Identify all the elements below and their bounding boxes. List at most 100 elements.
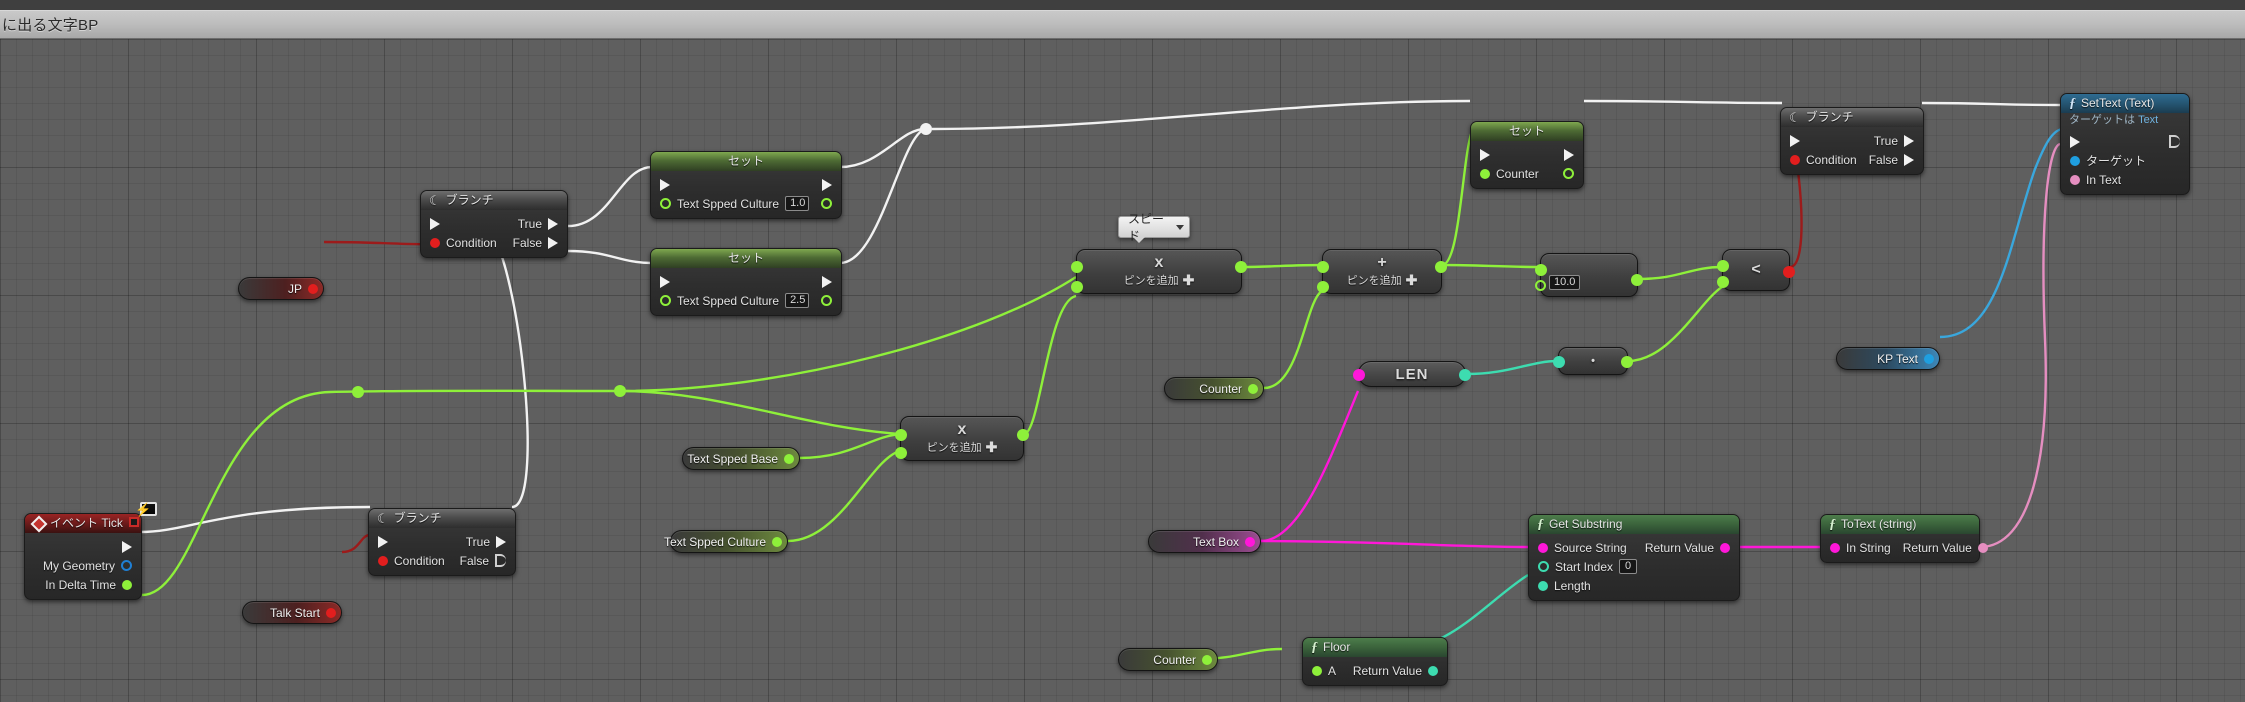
value-input[interactable]: 1.0	[785, 196, 809, 211]
divide-in-0-pin[interactable]	[1535, 264, 1547, 276]
start-index-pin[interactable]	[1538, 561, 1549, 572]
speed-dropdown[interactable]: スピード	[1118, 212, 1190, 243]
pin-row-value[interactable]: Text Spped Culture 1.0	[651, 194, 841, 213]
talk-start-output-pin[interactable]	[326, 607, 336, 618]
pin-row-exec[interactable]: True	[421, 214, 567, 233]
exec-out-pin[interactable]	[122, 540, 132, 553]
my-geometry-pin[interactable]	[121, 560, 132, 571]
variable-get-text-spped-base[interactable]: Text Spped Base	[682, 447, 800, 470]
exec-out-true-pin[interactable]	[1904, 134, 1914, 147]
value-input[interactable]: 2.5	[785, 293, 809, 308]
condition-pin[interactable]	[430, 237, 440, 248]
node-len[interactable]: LEN	[1353, 361, 1471, 387]
exec-in-pin[interactable]	[660, 178, 670, 191]
counter-in-pin[interactable]	[1480, 168, 1490, 179]
variable-get-text-box[interactable]: Text Box	[1148, 530, 1261, 553]
exec-out-false-pin[interactable]	[495, 554, 506, 567]
counter-out-pin[interactable]	[1563, 168, 1574, 179]
variable-get-counter-mid[interactable]: Counter	[1164, 377, 1264, 400]
node-less-than[interactable]: <	[1717, 249, 1795, 291]
in-text-pin[interactable]	[2070, 174, 2080, 185]
node-branch-right[interactable]: ☾ ブランチ True Condition False	[1780, 107, 1924, 175]
condition-pin[interactable]	[1790, 154, 1800, 165]
node-multiply-speed[interactable]: x ピンを追加 ✚	[1071, 249, 1247, 294]
node-divide-ten[interactable]: 10.0	[1535, 253, 1643, 297]
less-in-0-pin[interactable]	[1717, 260, 1729, 272]
length-pin[interactable]	[1538, 580, 1548, 591]
exec-in-pin[interactable]	[660, 275, 670, 288]
exec-out-pin[interactable]	[1564, 148, 1574, 161]
node-set-counter[interactable]: セット Counter	[1470, 121, 1584, 189]
ten-value-input[interactable]: 10.0	[1549, 275, 1581, 290]
node-set-text-spped-culture-2[interactable]: セット Text Spped Culture 2.5	[650, 248, 842, 316]
multiply-in-1-pin[interactable]	[1071, 281, 1083, 293]
a-pin[interactable]	[1312, 665, 1322, 676]
in-string-pin[interactable]	[1830, 542, 1840, 553]
exec-out-true-pin[interactable]	[496, 535, 506, 548]
exec-in-pin[interactable]	[1480, 148, 1490, 161]
variable-get-text-spped-culture[interactable]: Text Spped Culture	[664, 530, 788, 553]
exec-out-pin[interactable]	[822, 275, 832, 288]
node-set-text-spped-culture-1[interactable]: セット Text Spped Culture 1.0	[650, 151, 842, 219]
pin-row-in-string[interactable]: In String Return Value	[1821, 538, 1988, 557]
node-add-counter[interactable]: + ピンを追加 ✚	[1317, 249, 1447, 294]
exec-in-pin[interactable]	[1790, 134, 1800, 147]
pin-row-condition[interactable]: Condition False	[1781, 150, 1923, 169]
exec-out-false-pin[interactable]	[1904, 153, 1915, 166]
add-in-1-pin[interactable]	[1317, 281, 1329, 293]
node-multiply-base[interactable]: x ピンを追加 ✚	[895, 416, 1029, 461]
node-set-text[interactable]: ƒ SetText (Text) ターゲットは Text ターゲット In Te…	[2060, 93, 2190, 195]
pin-row-exec[interactable]	[1471, 145, 1583, 164]
pin-row-condition[interactable]: Condition False	[421, 233, 567, 252]
return-value-pin[interactable]	[1720, 542, 1730, 553]
variable-get-counter-bottom[interactable]: Counter	[1118, 648, 1218, 671]
pin-row-exec[interactable]	[2061, 132, 2189, 151]
value-out-pin[interactable]	[821, 198, 832, 209]
pin-row-in-delta-time[interactable]: In Delta Time	[25, 575, 141, 594]
exec-in-pin[interactable]	[430, 217, 440, 230]
return-value-pin[interactable]	[1428, 665, 1438, 676]
pin-row-in-text[interactable]: In Text	[2061, 170, 2189, 189]
exec-out-true-pin[interactable]	[548, 217, 558, 230]
pin-row-exec[interactable]: True	[1781, 131, 1923, 150]
pin-row-my-geometry[interactable]: My Geometry	[25, 556, 141, 575]
add-pin-button[interactable]: ピンを追加 ✚	[927, 439, 998, 456]
node-multiply-len[interactable]: •	[1553, 347, 1633, 375]
node-to-text[interactable]: ƒ ToText (string) In String Return Value	[1820, 514, 1988, 563]
blueprint-graph-canvas[interactable]: イベント Tick ⚡ My Geometry In Delta Time JP…	[0, 39, 2245, 702]
variable-get-jp[interactable]: JP	[238, 277, 324, 300]
in-delta-time-pin[interactable]	[122, 579, 132, 590]
value-in-pin[interactable]	[660, 198, 671, 209]
less-out-pin[interactable]	[1783, 266, 1795, 278]
pin-row-exec[interactable]	[651, 175, 841, 194]
variable-get-kp-text[interactable]: KP Text	[1836, 347, 1940, 370]
less-in-1-pin[interactable]	[1717, 276, 1729, 288]
value-out-pin[interactable]	[821, 295, 832, 306]
pin-row-value[interactable]: Text Spped Culture 2.5	[651, 291, 841, 310]
exec-out-false-pin[interactable]	[548, 236, 558, 249]
multiply-base-out-pin[interactable]	[1017, 429, 1029, 441]
value-in-pin[interactable]	[660, 295, 671, 306]
node-event-tick[interactable]: イベント Tick ⚡ My Geometry In Delta Time	[24, 502, 157, 600]
text-spped-base-output-pin[interactable]	[784, 453, 794, 464]
pin-row-counter[interactable]: Counter	[1471, 164, 1583, 183]
multiply-len-in-pin[interactable]	[1553, 356, 1565, 368]
exec-out-pin[interactable]	[2169, 135, 2180, 148]
pin-row-exec[interactable]: True	[369, 532, 515, 551]
node-branch-jp[interactable]: ☾ ブランチ True Condition False	[420, 190, 568, 258]
condition-pin[interactable]	[378, 555, 388, 566]
divide-out-pin[interactable]	[1631, 274, 1643, 286]
text-spped-culture-output-pin[interactable]	[772, 536, 782, 547]
exec-out-pin[interactable]	[822, 178, 832, 191]
counter-mid-output-pin[interactable]	[1248, 383, 1258, 394]
len-in-pin[interactable]	[1353, 369, 1365, 381]
jp-output-pin[interactable]	[308, 283, 318, 294]
start-index-input[interactable]: 0	[1619, 559, 1638, 574]
divide-in-1-pin[interactable]	[1535, 280, 1546, 291]
counter-bottom-output-pin[interactable]	[1202, 654, 1212, 665]
pin-row-start-index[interactable]: Start Index 0	[1529, 557, 1739, 576]
pin-row-exec[interactable]	[651, 272, 841, 291]
variable-get-talk-start[interactable]: Talk Start	[242, 601, 342, 624]
target-pin[interactable]	[2070, 155, 2080, 166]
return-value-pin[interactable]	[1977, 542, 1988, 553]
